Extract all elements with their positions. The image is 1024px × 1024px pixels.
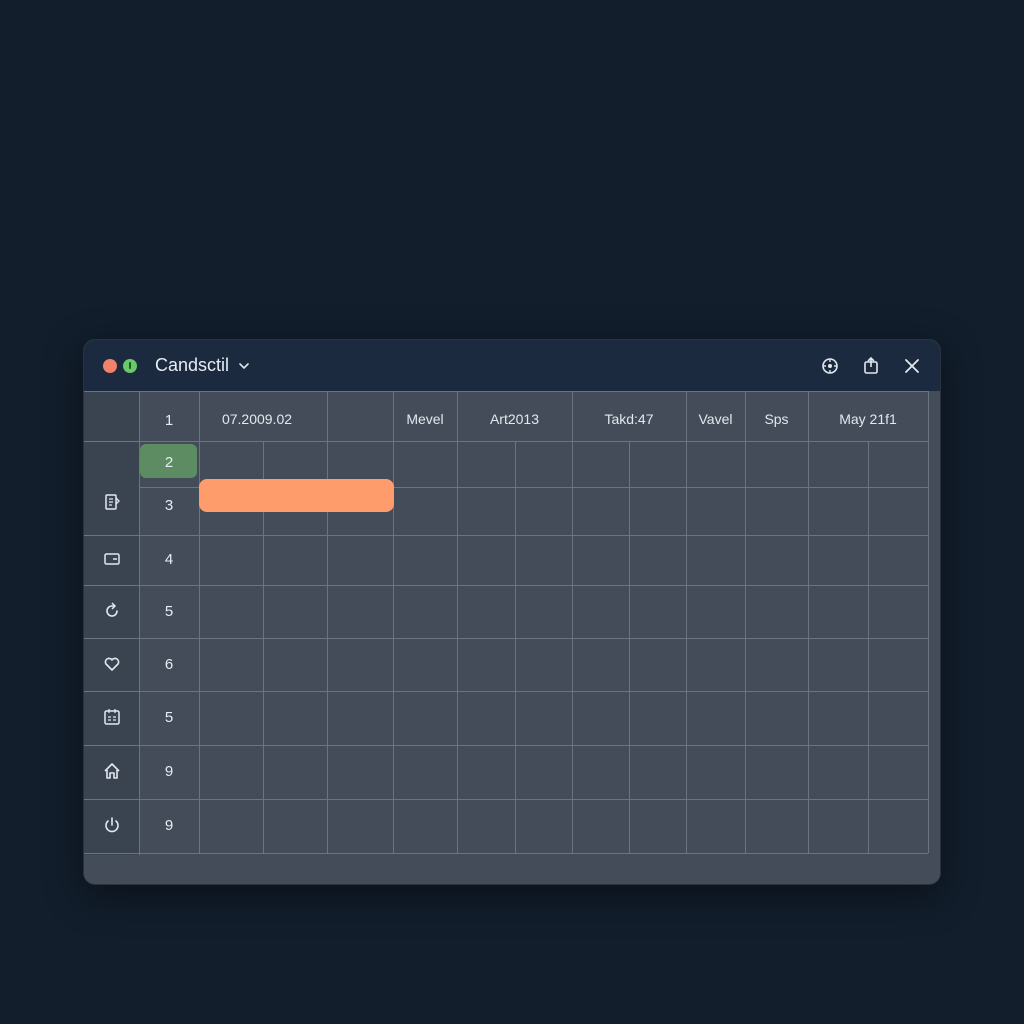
event-bar[interactable] (199, 479, 394, 512)
share-icon[interactable] (861, 356, 881, 376)
close-icon[interactable] (902, 356, 922, 376)
row-number: 1 (164, 412, 174, 429)
row-number[interactable]: 2 (140, 454, 198, 471)
row-number[interactable]: 5 (140, 709, 198, 726)
column-header[interactable]: May 21f1 (808, 411, 928, 427)
chevron-down-icon (239, 362, 249, 369)
row-number[interactable]: 5 (140, 603, 198, 620)
heart-icon[interactable] (102, 654, 122, 674)
row-number[interactable]: 6 (140, 656, 198, 673)
row-number[interactable]: 9 (140, 763, 198, 780)
title-bar: Candsctil (84, 340, 940, 391)
row-number[interactable]: 3 (140, 497, 198, 514)
app-title-label: Candsctil (155, 355, 230, 375)
column-header[interactable]: Vavel (686, 411, 745, 427)
settings-icon[interactable] (820, 356, 840, 376)
row-number[interactable]: 4 (140, 551, 198, 568)
close-dot[interactable] (103, 359, 117, 373)
maximize-dot[interactable] (123, 359, 137, 373)
app-title-dropdown[interactable]: Candsctil (155, 355, 251, 376)
column-header[interactable]: Takd:47 (572, 411, 686, 427)
column-header[interactable]: 07.2009.02 (199, 411, 315, 427)
column-header[interactable]: Sps (745, 411, 808, 427)
column-header[interactable]: Mevel (393, 411, 457, 427)
document-icon[interactable] (102, 492, 122, 512)
row-number[interactable]: 9 (140, 817, 198, 834)
spreadsheet-grid[interactable]: 1 07.2009.02 Mevel Art2013 Takd:47 Vavel… (84, 391, 940, 884)
refresh-icon[interactable] (102, 601, 122, 621)
app-window: Candsctil 1 07.2009.02 Mevel Art2013 Tak… (83, 339, 941, 885)
home-icon[interactable] (102, 761, 122, 781)
column-header[interactable]: Art2013 (457, 411, 572, 427)
card-icon[interactable] (102, 549, 122, 569)
power-icon[interactable] (102, 815, 122, 835)
calendar-icon[interactable] (102, 707, 122, 727)
icon-sidebar (84, 391, 140, 855)
